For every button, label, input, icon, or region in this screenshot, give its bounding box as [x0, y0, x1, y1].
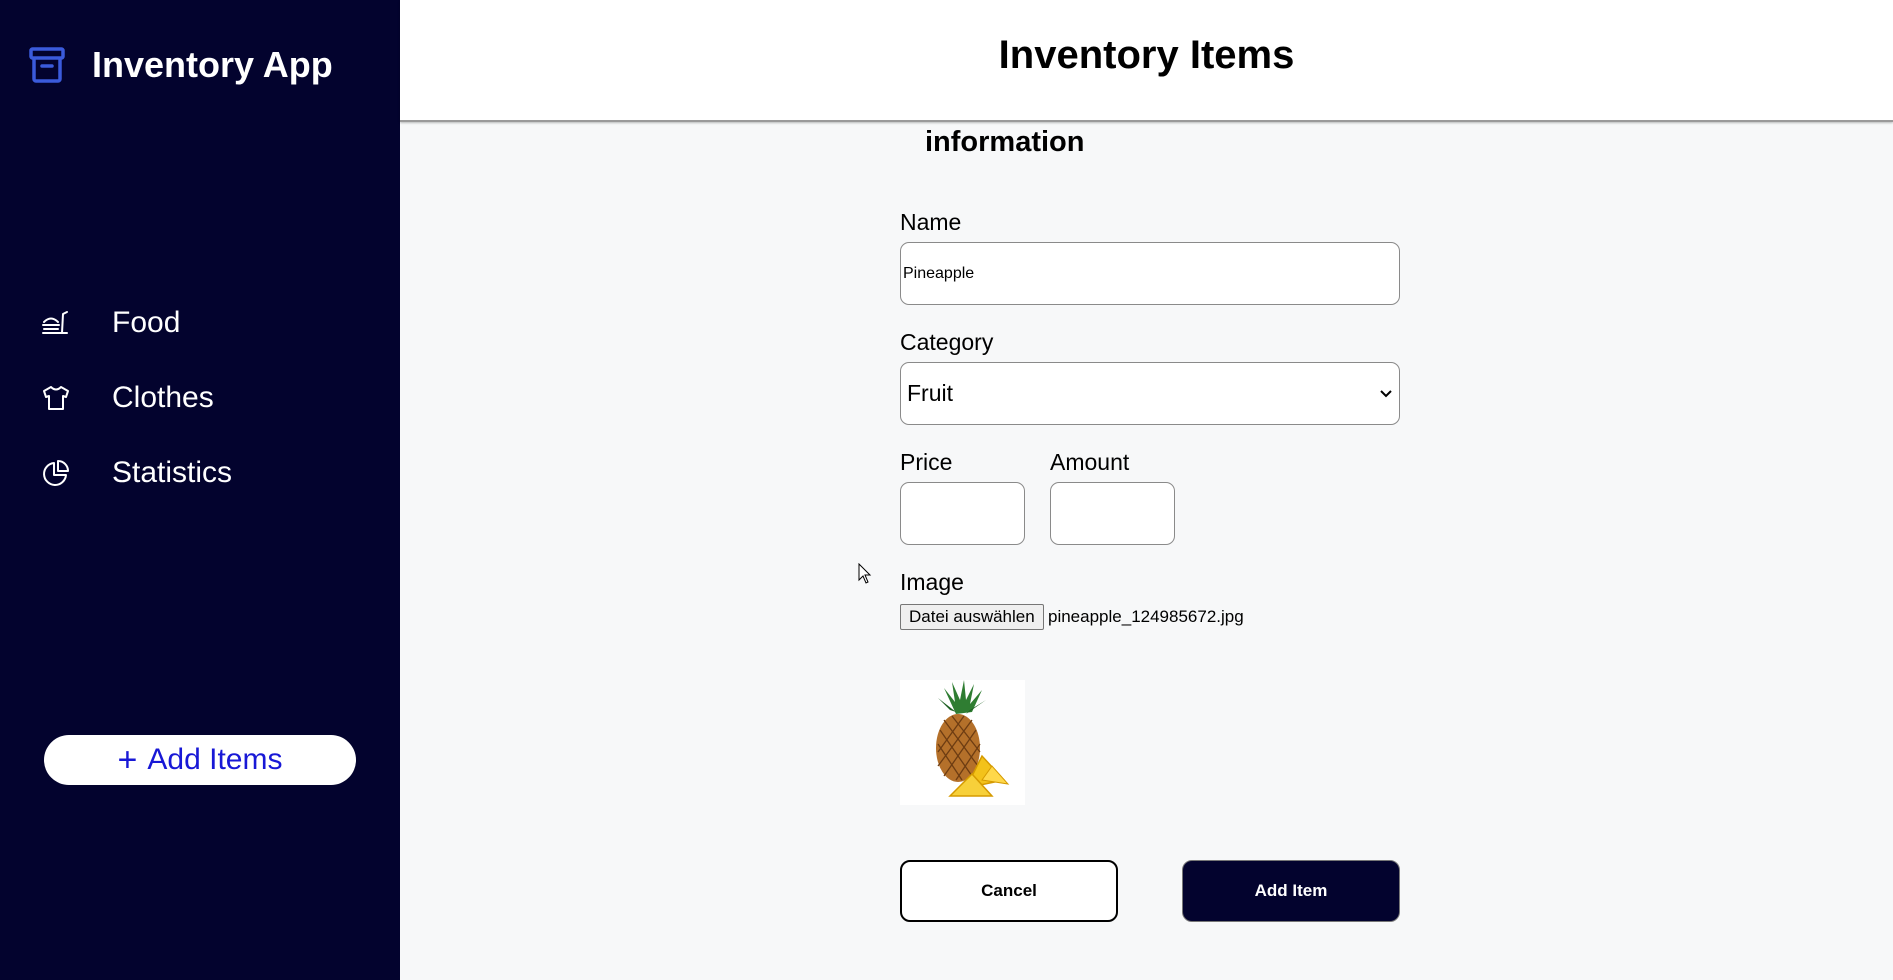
page-header: Inventory Items — [400, 0, 1893, 122]
sidebar-item-food[interactable]: Food — [40, 285, 232, 360]
choose-file-button[interactable]: Datei auswählen — [900, 604, 1044, 630]
price-label: Price — [900, 449, 953, 475]
brand[interactable]: Inventory App — [28, 44, 333, 86]
sidebar-item-clothes[interactable]: Clothes — [40, 360, 232, 435]
sidebar-item-label: Food — [112, 305, 181, 339]
category-label: Category — [900, 329, 994, 355]
amount-input[interactable] — [1050, 482, 1175, 545]
image-preview — [900, 680, 1025, 805]
food-icon — [40, 307, 72, 339]
chevron-down-icon — [1380, 389, 1392, 397]
category-select[interactable]: Fruit — [900, 362, 1400, 425]
amount-label: Amount — [1050, 449, 1130, 475]
name-label: Name — [900, 209, 962, 235]
pineapple-image — [936, 680, 1010, 797]
archive-box-icon — [29, 47, 65, 83]
selected-file-name: pineapple_124985672.jpg — [1048, 607, 1244, 626]
pie-chart-icon — [40, 457, 72, 489]
name-input[interactable] — [900, 242, 1400, 305]
sidebar-item-label: Statistics — [112, 455, 233, 489]
sidebar-item-label: Clothes — [112, 380, 214, 414]
add-items-label: Add Items — [147, 743, 283, 776]
mouse-cursor-icon — [858, 563, 872, 584]
sidebar-item-statistics[interactable]: Statistics — [40, 435, 232, 510]
category-selected-value: Fruit — [907, 380, 953, 406]
app-title: Inventory App — [92, 44, 333, 85]
cancel-button[interactable]: Cancel — [900, 860, 1118, 922]
shirt-icon — [40, 382, 72, 414]
sidebar: Inventory App Food Clothes Statistics + … — [0, 0, 400, 980]
image-label: Image — [900, 569, 964, 595]
add-items-button[interactable]: + Add Items — [44, 735, 356, 785]
plus-icon: + — [117, 741, 138, 779]
price-input[interactable] — [900, 482, 1025, 545]
page-title: Inventory Items — [998, 33, 1295, 77]
section-title: information — [925, 126, 1085, 158]
sidebar-nav: Food Clothes Statistics — [40, 285, 232, 510]
add-item-button[interactable]: Add Item — [1182, 860, 1400, 922]
